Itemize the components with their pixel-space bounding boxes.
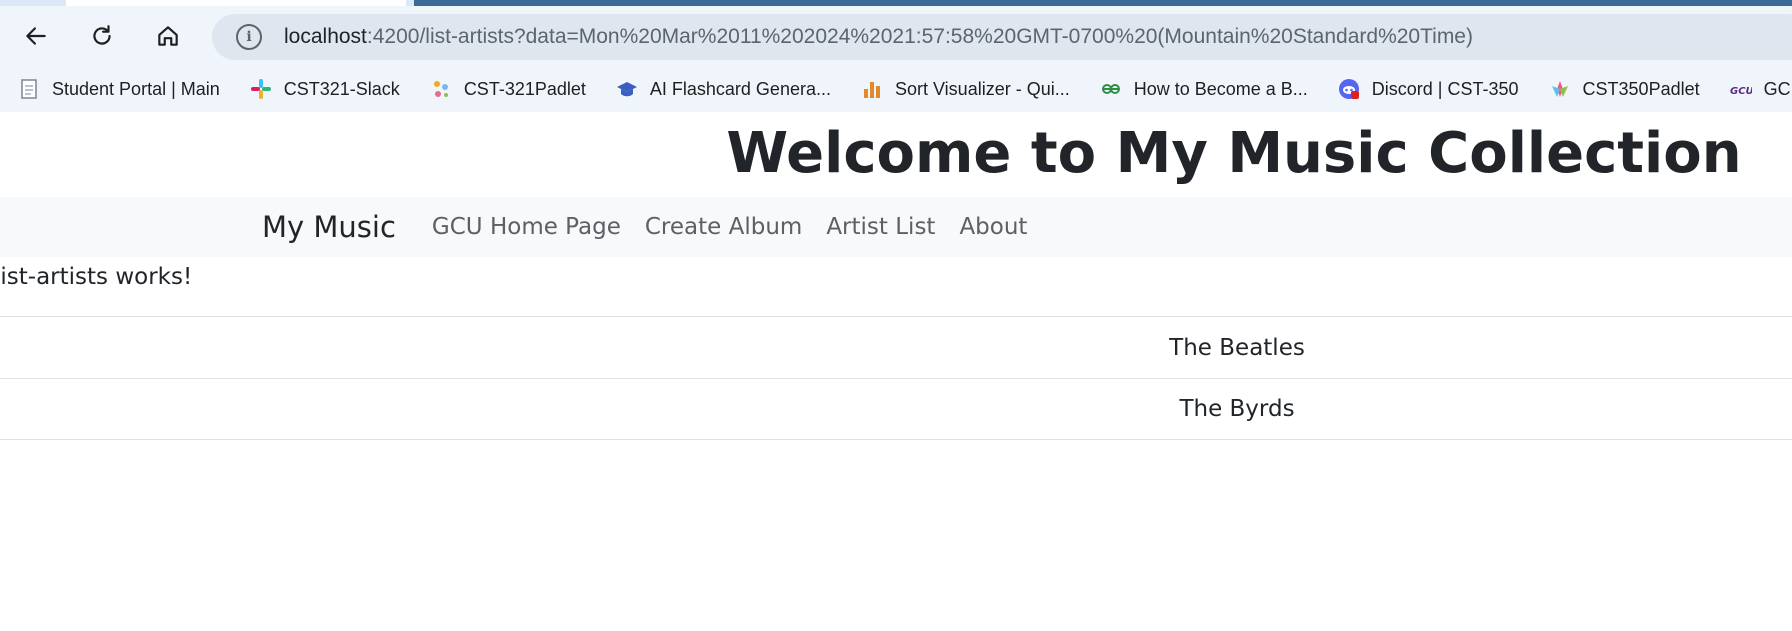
- bookmark-label: GCU Commer: [1763, 78, 1792, 99]
- page-title: Welcome to My Music Collection: [726, 121, 1742, 186]
- bookmark-label: How to Become a B...: [1133, 78, 1308, 99]
- bookmark-student-portal[interactable]: Student Portal | Main: [0, 72, 232, 106]
- bookmark-gcu-commer[interactable]: GCU GCU Commer: [1712, 72, 1792, 106]
- padlet-icon: [1549, 78, 1571, 100]
- browser-toolbar: i localhost:4200/list-artists?data=Mon%2…: [0, 6, 1792, 66]
- svg-text:GCU: GCU: [1730, 86, 1752, 97]
- home-icon: [158, 26, 178, 46]
- url-host: localhost: [284, 25, 367, 48]
- url-path: :4200/list-artists?data=Mon%20Mar%2011%2…: [366, 25, 1473, 48]
- bookmark-label: CST350Padlet: [1582, 78, 1700, 99]
- discord-icon: [1338, 78, 1360, 100]
- navbar-links: GCU Home Page Create Album Artist List A…: [432, 214, 1052, 240]
- bookmark-label: Sort Visualizer - Qui...: [894, 78, 1070, 99]
- reload-button[interactable]: [82, 16, 122, 56]
- bookmark-sort-visualizer[interactable]: Sort Visualizer - Qui...: [843, 72, 1082, 106]
- reload-icon: [93, 25, 111, 45]
- artist-list: The Beatles The Byrds: [0, 316, 1792, 440]
- document-icon: [18, 78, 40, 100]
- site-info-icon[interactable]: i: [236, 24, 262, 50]
- artist-name: The Beatles: [1169, 334, 1305, 361]
- nav-link-about[interactable]: About: [959, 214, 1027, 240]
- title-container: Welcome to My Music Collection: [0, 113, 1792, 197]
- geeksforgeeks-icon: [1100, 78, 1122, 100]
- site-info-glyph: i: [246, 29, 252, 45]
- artist-list-item[interactable]: The Beatles: [0, 317, 1792, 378]
- browser-chrome: i localhost:4200/list-artists?data=Mon%2…: [0, 0, 1792, 112]
- bookmark-cst350-padlet[interactable]: CST350Padlet: [1531, 72, 1712, 106]
- padlet-icon: [430, 78, 452, 100]
- bar-chart-icon: [861, 78, 883, 100]
- address-bar[interactable]: i localhost:4200/list-artists?data=Mon%2…: [212, 14, 1792, 60]
- home-button[interactable]: [148, 16, 188, 56]
- gcu-icon: GCU: [1730, 78, 1754, 100]
- bookmark-cst321-padlet[interactable]: CST-321Padlet: [412, 72, 598, 106]
- navbar: My Music GCU Home Page Create Album Arti…: [0, 197, 1792, 257]
- artist-name: The Byrds: [1179, 396, 1295, 422]
- bookmark-label: AI Flashcard Genera...: [649, 78, 831, 99]
- bookmark-ai-flashcard[interactable]: AI Flashcard Genera...: [598, 72, 843, 106]
- bookmark-label: CST-321Padlet: [463, 78, 586, 99]
- page-content: Welcome to My Music Collection My Music …: [0, 113, 1792, 631]
- back-button[interactable]: [16, 16, 56, 56]
- url-text[interactable]: localhost:4200/list-artists?data=Mon%20M…: [284, 25, 1473, 49]
- bookmark-how-to-become[interactable]: How to Become a B...: [1082, 72, 1320, 106]
- arrow-left-icon: [26, 27, 46, 45]
- bookmark-cst321-slack[interactable]: CST321-Slack: [232, 72, 412, 106]
- bookmark-discord-cst350[interactable]: Discord | CST-350: [1320, 72, 1531, 106]
- nav-link-create-album[interactable]: Create Album: [645, 214, 802, 240]
- bookmark-label: CST321-Slack: [283, 78, 400, 99]
- navbar-brand[interactable]: My Music: [262, 210, 396, 244]
- nav-link-artist-list[interactable]: Artist List: [826, 214, 935, 240]
- slack-icon: [250, 78, 272, 100]
- artist-list-item[interactable]: The Byrds: [0, 378, 1792, 439]
- graduation-cap-icon: [616, 78, 638, 100]
- nav-link-gcu-home[interactable]: GCU Home Page: [432, 214, 621, 240]
- bookmark-label: Student Portal | Main: [52, 78, 220, 99]
- bookmark-label: Discord | CST-350: [1371, 78, 1519, 99]
- component-works-text: list-artists works!: [0, 264, 193, 290]
- bookmarks-bar: Student Portal | Main CST321-Slack CST-3…: [0, 66, 1792, 112]
